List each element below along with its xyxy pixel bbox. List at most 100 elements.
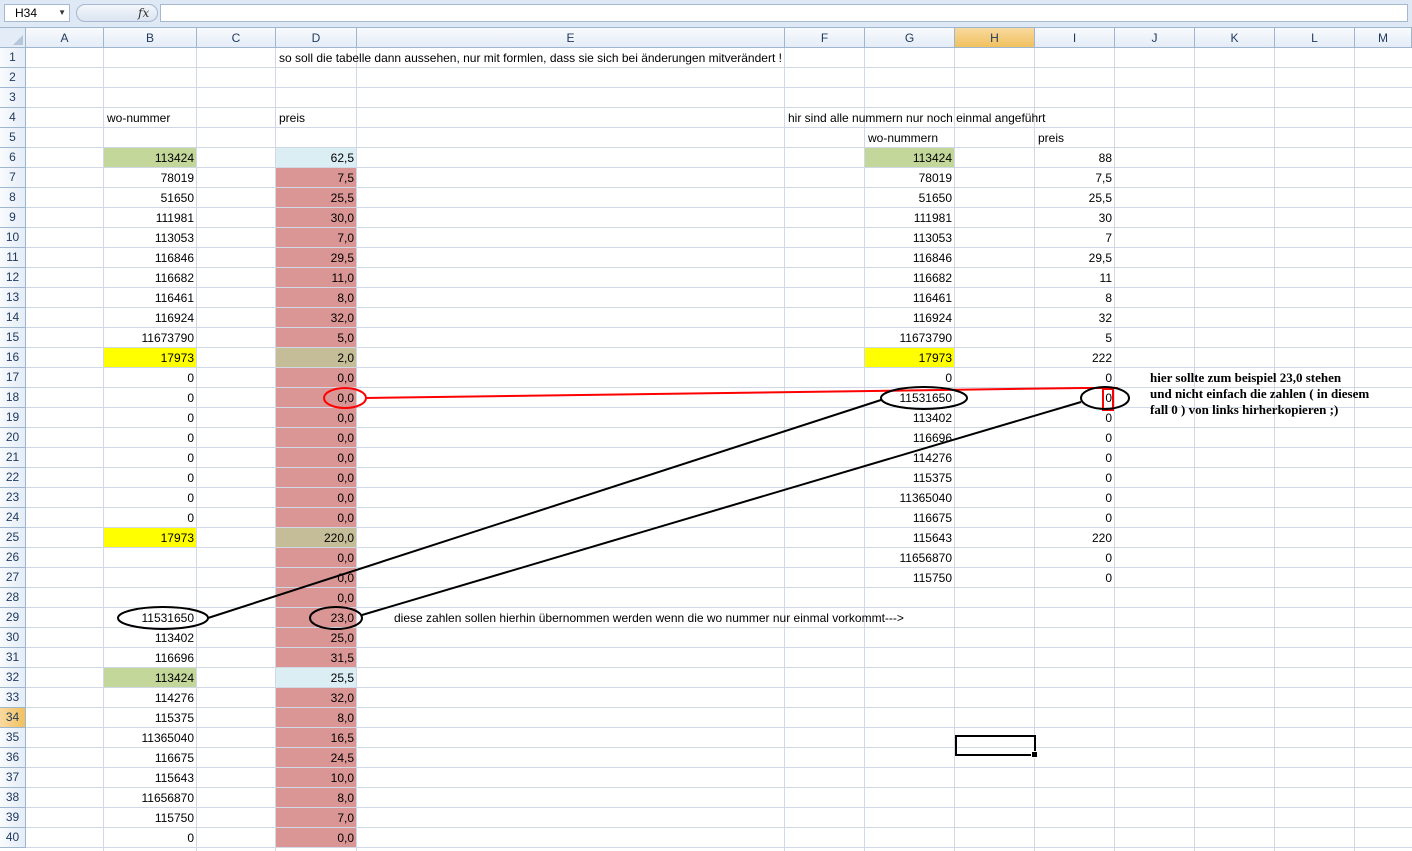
cell-b34[interactable]: 115375 — [104, 708, 197, 728]
row-header-36[interactable]: 36 — [0, 748, 26, 768]
row-header-27[interactable]: 27 — [0, 568, 26, 588]
cell-b9[interactable]: 111981 — [104, 208, 197, 228]
cell-d31[interactable]: 31,5 — [276, 648, 357, 668]
cell-i9[interactable]: 30 — [1035, 208, 1115, 228]
row-header-4[interactable]: 4 — [0, 108, 26, 128]
column-header-h[interactable]: H — [955, 28, 1035, 48]
cell-d14[interactable]: 32,0 — [276, 308, 357, 328]
cell-d24[interactable]: 0,0 — [276, 508, 357, 528]
cell-g6[interactable]: 113424 — [865, 148, 955, 168]
cell-d20[interactable]: 0,0 — [276, 428, 357, 448]
cell-d15[interactable]: 5,0 — [276, 328, 357, 348]
cell-d28[interactable]: 0,0 — [276, 588, 357, 608]
cell-d17[interactable]: 0,0 — [276, 368, 357, 388]
row-header-14[interactable]: 14 — [0, 308, 26, 328]
column-header-a[interactable]: A — [26, 28, 104, 48]
column-header-d[interactable]: D — [276, 28, 357, 48]
cell-b27[interactable] — [104, 568, 197, 588]
cell-i26[interactable]: 0 — [1035, 548, 1115, 568]
cell-b31[interactable]: 116696 — [104, 648, 197, 668]
row-header-21[interactable]: 21 — [0, 448, 26, 468]
cell-i16[interactable]: 222 — [1035, 348, 1115, 368]
row-header-11[interactable]: 11 — [0, 248, 26, 268]
cell-b11[interactable]: 116846 — [104, 248, 197, 268]
cell-d38[interactable]: 8,0 — [276, 788, 357, 808]
left-header-price[interactable]: preis — [276, 108, 305, 128]
cell-b19[interactable]: 0 — [104, 408, 197, 428]
cell-g20[interactable]: 116696 — [865, 428, 955, 448]
cell-g13[interactable]: 116461 — [865, 288, 955, 308]
cell-g9[interactable]: 111981 — [865, 208, 955, 228]
cell-b6[interactable]: 113424 — [104, 148, 197, 168]
cell-b28[interactable] — [104, 588, 197, 608]
row-header-12[interactable]: 12 — [0, 268, 26, 288]
cell-b21[interactable]: 0 — [104, 448, 197, 468]
cell-d13[interactable]: 8,0 — [276, 288, 357, 308]
cell-b25[interactable]: 17973 — [104, 528, 197, 548]
row-header-39[interactable]: 39 — [0, 808, 26, 828]
right-header-price[interactable]: preis — [1035, 128, 1064, 148]
cell-d9[interactable]: 30,0 — [276, 208, 357, 228]
cell-b17[interactable]: 0 — [104, 368, 197, 388]
cell-b39[interactable]: 115750 — [104, 808, 197, 828]
cell-b32[interactable]: 113424 — [104, 668, 197, 688]
cell-b35[interactable]: 11365040 — [104, 728, 197, 748]
column-header-l[interactable]: L — [1275, 28, 1355, 48]
cell-d18[interactable]: 0,0 — [276, 388, 357, 408]
cell-b37[interactable]: 115643 — [104, 768, 197, 788]
cell-g7[interactable]: 78019 — [865, 168, 955, 188]
cell-d40[interactable]: 0,0 — [276, 828, 357, 848]
formula-input[interactable] — [160, 4, 1408, 22]
row-header-33[interactable]: 33 — [0, 688, 26, 708]
cell-d33[interactable]: 32,0 — [276, 688, 357, 708]
cell-d22[interactable]: 0,0 — [276, 468, 357, 488]
cell-i15[interactable]: 5 — [1035, 328, 1115, 348]
spreadsheet-grid[interactable]: ABCDEFGHIJKLM 1 2 3 4 5 6 7 8 9 10 11 12 13 14 15 16 17 1… — [0, 28, 1412, 851]
row-header-35[interactable]: 35 — [0, 728, 26, 748]
cell-d6[interactable]: 62,5 — [276, 148, 357, 168]
cell-d7[interactable]: 7,5 — [276, 168, 357, 188]
cell-g23[interactable]: 11365040 — [865, 488, 955, 508]
column-header-j[interactable]: J — [1115, 28, 1195, 48]
column-header-e[interactable]: E — [357, 28, 785, 48]
cell-b20[interactable]: 0 — [104, 428, 197, 448]
cell-d39[interactable]: 7,0 — [276, 808, 357, 828]
row-header-1[interactable]: 1 — [0, 48, 26, 68]
cell-d35[interactable]: 16,5 — [276, 728, 357, 748]
cell-g12[interactable]: 116682 — [865, 268, 955, 288]
cell-b23[interactable]: 0 — [104, 488, 197, 508]
cell-i22[interactable]: 0 — [1035, 468, 1115, 488]
cell-g8[interactable]: 51650 — [865, 188, 955, 208]
cell-i10[interactable]: 7 — [1035, 228, 1115, 248]
row-header-17[interactable]: 17 — [0, 368, 26, 388]
cell-g27[interactable]: 115750 — [865, 568, 955, 588]
cell-i24[interactable]: 0 — [1035, 508, 1115, 528]
cell-i6[interactable]: 88 — [1035, 148, 1115, 168]
note-row29[interactable]: diese zahlen sollen hierhin übernommen w… — [391, 608, 904, 628]
cell-d32[interactable]: 25,5 — [276, 668, 357, 688]
cell-b36[interactable]: 116675 — [104, 748, 197, 768]
cell-g22[interactable]: 115375 — [865, 468, 955, 488]
row-header-19[interactable]: 19 — [0, 408, 26, 428]
row-header-13[interactable]: 13 — [0, 288, 26, 308]
cell-b33[interactable]: 114276 — [104, 688, 197, 708]
cell-i8[interactable]: 25,5 — [1035, 188, 1115, 208]
row-header-6[interactable]: 6 — [0, 148, 26, 168]
row-header-24[interactable]: 24 — [0, 508, 26, 528]
cell-b12[interactable]: 116682 — [104, 268, 197, 288]
column-header-k[interactable]: K — [1195, 28, 1275, 48]
select-all-button[interactable] — [0, 28, 26, 48]
cell-d34[interactable]: 8,0 — [276, 708, 357, 728]
cell-i12[interactable]: 11 — [1035, 268, 1115, 288]
cell-g25[interactable]: 115643 — [865, 528, 955, 548]
cell-i21[interactable]: 0 — [1035, 448, 1115, 468]
cell-g16[interactable]: 17973 — [865, 348, 955, 368]
cell-b13[interactable]: 116461 — [104, 288, 197, 308]
cell-d29[interactable]: 23,0 — [276, 608, 357, 628]
cell-g14[interactable]: 116924 — [865, 308, 955, 328]
row-header-20[interactable]: 20 — [0, 428, 26, 448]
row-header-34[interactable]: 34 — [0, 708, 26, 728]
cell-i27[interactable]: 0 — [1035, 568, 1115, 588]
cell-d8[interactable]: 25,5 — [276, 188, 357, 208]
row-header-28[interactable]: 28 — [0, 588, 26, 608]
